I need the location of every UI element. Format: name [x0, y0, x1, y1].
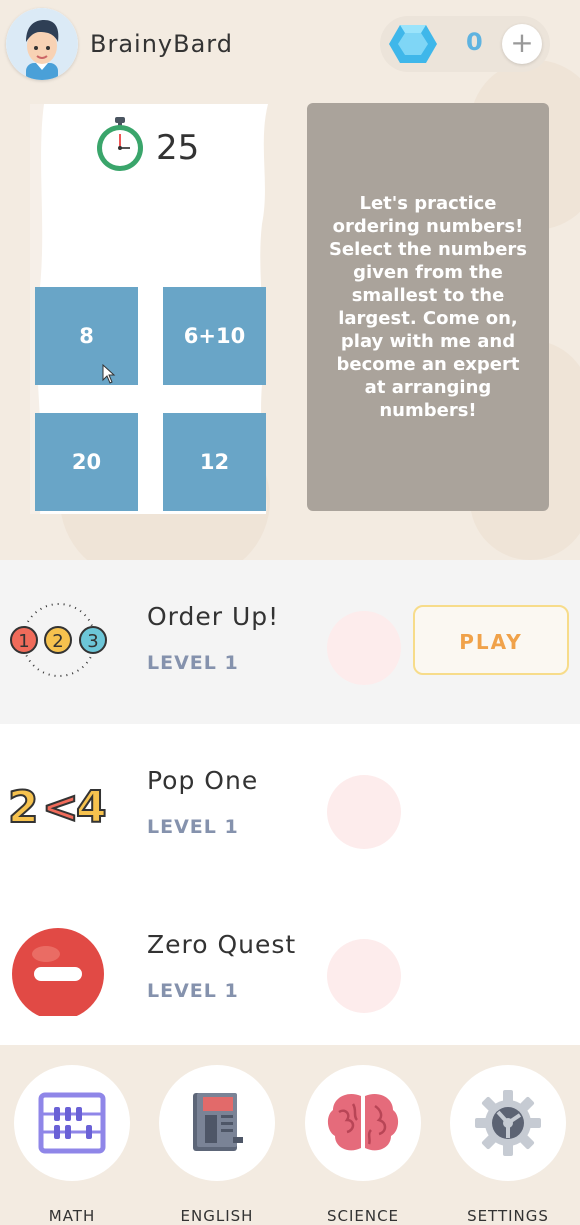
avatar[interactable] [6, 8, 78, 80]
red-minus-ball-icon [12, 928, 104, 1016]
number-tile[interactable]: 8 [35, 287, 138, 385]
bottom-navigation: MATH ENGLISH SCIENCE SETTINGS [0, 1045, 580, 1225]
progress-dot [327, 611, 401, 685]
svg-text:2: 2 [8, 782, 39, 833]
nav-settings-circle [450, 1065, 566, 1181]
play-button[interactable]: PLAY [413, 605, 569, 675]
svg-text:2: 2 [52, 631, 63, 652]
number-tile[interactable]: 6+10 [163, 287, 266, 385]
progress-dot [327, 775, 401, 849]
svg-text:1: 1 [18, 631, 29, 652]
gem-count: 0 [466, 28, 483, 56]
game-level: LEVEL 1 [147, 816, 239, 838]
stopwatch-icon [97, 117, 143, 171]
mouse-cursor-icon [102, 364, 116, 384]
svg-text:4: 4 [76, 782, 107, 833]
progress-dot [327, 939, 401, 1013]
avatar-boy-icon [6, 8, 78, 80]
two-less-than-four-icon: 2 < 4 [7, 781, 108, 834]
nav-english[interactable]: ENGLISH [159, 1065, 275, 1225]
number-tile[interactable]: 12 [163, 413, 266, 511]
nav-math-circle [14, 1065, 130, 1181]
svg-text:<: < [42, 782, 79, 833]
gear-icon [475, 1090, 541, 1156]
abacus-icon [38, 1092, 106, 1154]
nav-english-circle [159, 1065, 275, 1181]
game-row-order-up[interactable]: 1 2 3 Order Up! LEVEL 1 PLAY [0, 560, 580, 724]
game-row-zero-quest[interactable]: Zero Quest LEVEL 1 [0, 888, 580, 1045]
game-preview: 25 8 6+10 20 12 [30, 104, 270, 514]
nav-science-circle [305, 1065, 421, 1181]
game-description-card: Let's practice ordering numbers! Select … [307, 103, 549, 511]
nav-math[interactable]: MATH [14, 1065, 130, 1225]
brain-icon [327, 1093, 399, 1151]
book-icon [193, 1093, 243, 1151]
game-description: Let's practice ordering numbers! Select … [328, 193, 528, 421]
game-level: LEVEL 1 [147, 652, 239, 674]
ordered-balls-icon: 1 2 3 [10, 603, 107, 677]
username: BrainyBard [90, 30, 233, 58]
top-bar: BrainyBard 0 + [0, 0, 580, 92]
gem-icon [389, 25, 437, 63]
game-title: Pop One [147, 766, 259, 795]
game-level: LEVEL 1 [147, 980, 239, 1002]
nav-settings[interactable]: SETTINGS [450, 1065, 566, 1225]
gem-counter: 0 + [380, 16, 550, 72]
timer-value: 25 [156, 128, 200, 168]
nav-science[interactable]: SCIENCE [305, 1065, 421, 1225]
svg-text:3: 3 [87, 631, 98, 652]
add-gems-button[interactable]: + [502, 24, 542, 64]
game-row-pop-one[interactable]: 2 < 4 Pop One LEVEL 1 [0, 724, 580, 888]
number-tile[interactable]: 20 [35, 413, 138, 511]
game-title: Order Up! [147, 602, 280, 631]
game-title: Zero Quest [147, 930, 297, 959]
